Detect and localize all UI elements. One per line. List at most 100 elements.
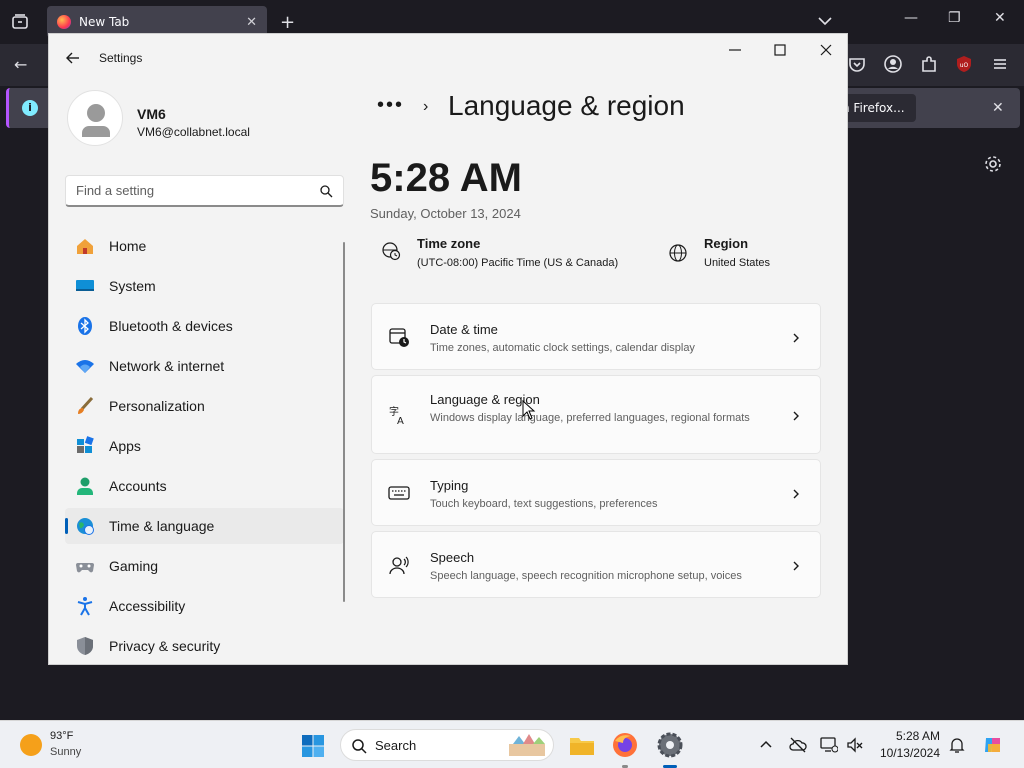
account-icon[interactable]: [883, 54, 903, 74]
extensions-icon[interactable]: [919, 54, 939, 74]
sidebar-item-label: Network & internet: [109, 358, 225, 374]
current-time: 5:28 AM: [370, 156, 522, 200]
user-silhouette-icon: [82, 104, 110, 137]
sidebar-item-bluetooth[interactable]: Bluetooth & devices: [65, 308, 344, 344]
pocket-icon[interactable]: [847, 54, 867, 74]
card-speech[interactable]: Speech Speech language, speech recogniti…: [371, 531, 821, 598]
sidebar-item-label: Home: [109, 238, 147, 254]
sidebar-item-label: Accounts: [109, 478, 167, 494]
maximize-icon[interactable]: [770, 42, 790, 58]
search-icon: [352, 739, 367, 754]
sidebar-item-system[interactable]: System: [65, 268, 344, 304]
browser-minimize-icon[interactable]: —: [904, 10, 918, 26]
newtab-settings-gear-icon[interactable]: [983, 154, 1003, 174]
chevron-right-icon: [793, 411, 799, 421]
list-all-tabs-icon[interactable]: [10, 12, 30, 32]
close-tab-icon[interactable]: ✕: [246, 15, 257, 30]
sidebar-item-label: Apps: [109, 438, 141, 454]
info-icon: i: [22, 100, 38, 116]
sidebar-item-personalization[interactable]: Personalization: [65, 388, 344, 424]
sidebar-item-label: System: [109, 278, 156, 294]
firefox-icon[interactable]: [611, 731, 639, 759]
svg-text:uO: uO: [960, 62, 969, 69]
browser-back-icon[interactable]: ←: [14, 55, 27, 74]
system-icon: [76, 280, 94, 291]
globe-icon: [669, 244, 687, 262]
network-monitor-icon[interactable]: [820, 736, 838, 754]
search-icon: [320, 185, 333, 198]
copilot-icon[interactable]: [982, 734, 1004, 756]
settings-gear-icon[interactable]: [656, 731, 684, 759]
wifi-icon: [76, 360, 94, 373]
current-date: Sunday, October 13, 2024: [370, 206, 521, 221]
taskbar-search-box[interactable]: Search: [340, 729, 554, 761]
back-arrow-icon[interactable]: [63, 48, 83, 68]
sidebar-item-label: Personalization: [109, 398, 205, 414]
keyboard-icon: [388, 486, 410, 500]
speech-icon: [389, 556, 409, 575]
taskbar-clock-date[interactable]: 10/13/2024: [870, 746, 940, 760]
browser-restore-icon[interactable]: ❐: [948, 10, 961, 26]
avatar[interactable]: [67, 90, 123, 146]
user-name: VM6: [137, 106, 166, 122]
sidebar-item-accessibility[interactable]: Accessibility: [65, 588, 344, 624]
browser-close-icon[interactable]: ✕: [994, 10, 1006, 26]
windows-start-icon[interactable]: [301, 734, 325, 758]
notification-action-button[interactable]: h Firefox...: [838, 94, 916, 122]
region-label: Region: [704, 236, 749, 251]
sidebar-scrollbar[interactable]: [343, 242, 345, 602]
sidebar-item-time-language[interactable]: Time & language: [65, 508, 344, 544]
sidebar-item-label: Time & language: [109, 518, 215, 534]
card-description: Windows display language, preferred lang…: [430, 412, 750, 424]
sidebar-item-apps[interactable]: Apps: [65, 428, 344, 464]
sidebar-item-label: Accessibility: [109, 598, 186, 614]
hamburger-menu-icon[interactable]: [990, 54, 1010, 74]
card-description: Touch keyboard, text suggestions, prefer…: [430, 498, 658, 510]
close-icon[interactable]: [816, 42, 836, 58]
card-language-region[interactable]: 字A Language & region Windows display lan…: [371, 375, 821, 454]
new-tab-button[interactable]: +: [280, 12, 295, 33]
sun-icon[interactable]: [20, 734, 42, 756]
notification-close-icon[interactable]: ✕: [992, 100, 1004, 116]
page-title: Language & region: [448, 90, 685, 121]
minimize-icon[interactable]: [725, 42, 745, 58]
chevron-up-icon[interactable]: [757, 736, 775, 754]
breadcrumb-separator: ›: [423, 98, 429, 115]
card-date-time[interactable]: Date & time Time zones, automatic clock …: [371, 303, 821, 370]
weather-temperature[interactable]: 93°F: [50, 730, 73, 742]
sidebar-item-privacy[interactable]: Privacy & security: [65, 628, 344, 664]
time-zone-label: Time zone: [417, 236, 481, 251]
speaker-muted-icon[interactable]: [846, 736, 864, 754]
sidebar-item-label: Privacy & security: [109, 638, 221, 654]
tab-overflow-chevron-icon[interactable]: [816, 12, 834, 30]
firefox-logo-icon: [57, 15, 71, 29]
sidebar-item-gaming[interactable]: Gaming: [65, 548, 344, 584]
card-typing[interactable]: Typing Touch keyboard, text suggestions,…: [371, 459, 821, 526]
notification-bell-icon[interactable]: [948, 736, 966, 754]
calendar-clock-icon: [389, 328, 409, 347]
card-title: Date & time: [430, 322, 498, 337]
time-zone-icon: [382, 242, 401, 261]
taskbar-clock-time[interactable]: 5:28 AM: [880, 729, 940, 743]
taskbar: 93°F Sunny Search 5:28 AM 10/13/2024: [0, 720, 1024, 768]
breadcrumb-overflow[interactable]: •••: [377, 94, 404, 117]
cloud-sync-off-icon[interactable]: [789, 736, 807, 754]
sidebar-item-home[interactable]: Home: [65, 228, 344, 264]
time-zone-value: (UTC-08:00) Pacific Time (US & Canada): [417, 257, 619, 269]
ublock-origin-icon[interactable]: uO: [954, 54, 974, 74]
weather-condition[interactable]: Sunny: [50, 746, 81, 758]
sidebar-item-label: Bluetooth & devices: [109, 318, 233, 334]
svg-text:A: A: [397, 416, 404, 426]
region-value: United States: [704, 257, 771, 269]
globe-clock-icon: [77, 518, 94, 535]
accounts-icon: [77, 477, 93, 495]
search-input[interactable]: [65, 175, 344, 207]
chevron-right-icon: [793, 489, 799, 499]
file-explorer-icon[interactable]: [568, 731, 596, 759]
sidebar-item-network[interactable]: Network & internet: [65, 348, 344, 384]
brush-icon: [78, 396, 94, 414]
accessibility-icon: [77, 597, 93, 616]
sidebar-item-accounts[interactable]: Accounts: [65, 468, 344, 504]
bluetooth-icon: [78, 317, 92, 335]
card-description: Speech language, speech recognition micr…: [430, 570, 742, 582]
